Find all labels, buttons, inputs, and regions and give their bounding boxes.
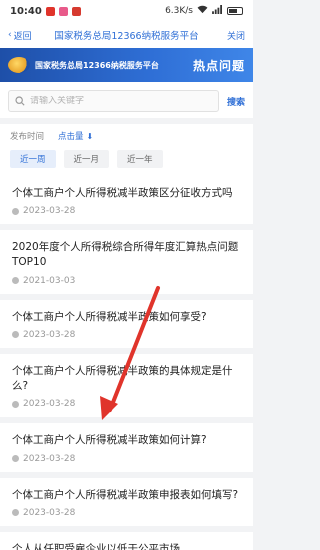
notification-badge-icon <box>71 6 81 16</box>
item-date: 2023-03-28 <box>23 453 76 464</box>
clock-icon <box>12 277 19 285</box>
back-button[interactable]: ‹ 返回 <box>8 29 32 42</box>
item-date: 2023-03-28 <box>23 329 76 340</box>
search-icon <box>15 96 25 106</box>
list-item[interactable]: 个人从任职受雇企业以低于公平市场 <box>0 531 253 550</box>
item-date-row: 2023-03-28 <box>12 399 241 409</box>
notification-badge-icon <box>45 6 55 16</box>
search-bar: 搜索 <box>0 82 253 118</box>
clock-icon <box>12 331 19 339</box>
status-right: 6.3K/s <box>165 5 243 17</box>
nav-bar: ‹ 返回 国家税务总局12366纳税服务平台 关闭 <box>0 22 253 48</box>
clock-icon <box>12 455 19 463</box>
chevron-left-icon: ‹ <box>8 30 12 40</box>
signal-icon <box>212 5 223 17</box>
sort-by-time[interactable]: 发布时间 <box>10 130 44 142</box>
network-speed: 6.3K/s <box>165 6 193 16</box>
item-date-row: 2023-03-28 <box>12 508 241 518</box>
item-date: 2023-03-28 <box>23 507 76 518</box>
search-box[interactable] <box>8 90 219 112</box>
list-item[interactable]: 个体工商户个人所得税减半政策区分征收方式吗 2023-03-28 <box>0 176 253 231</box>
wifi-icon <box>197 5 208 17</box>
range-chip-week[interactable]: 近一周 <box>10 150 56 168</box>
banner: 国家税务总局12366纳税服务平台 热点问题 <box>0 48 253 82</box>
sort-by-hits-label: 点击量 <box>58 132 84 142</box>
item-date-row: 2023-03-28 <box>12 454 241 464</box>
list-item[interactable]: 个体工商户个人所得税减半政策申报表如何填写? 2023-03-28 <box>0 477 253 532</box>
status-left: 10:40 <box>10 6 81 17</box>
item-title: 2020年度个人所得税综合所得年度汇算热点问题TOP10 <box>12 241 239 269</box>
item-date-row: 2023-03-28 <box>12 330 241 340</box>
clock-icon <box>12 509 19 517</box>
search-button[interactable]: 搜索 <box>227 95 245 108</box>
item-date-row: 2021-03-03 <box>12 276 241 286</box>
status-time: 10:40 <box>10 5 42 17</box>
filter-area: 发布时间 点击量 ⬇ 近一周 近一月 近一年 <box>0 124 253 176</box>
battery-icon <box>227 7 243 15</box>
item-date-row: 2023-03-28 <box>12 206 241 216</box>
item-title: 个体工商户个人所得税减半政策申报表如何填写? <box>12 488 239 501</box>
range-row: 近一周 近一月 近一年 <box>10 150 243 168</box>
search-input[interactable] <box>30 96 212 106</box>
sort-by-hits[interactable]: 点击量 ⬇ <box>58 130 94 143</box>
item-date: 2021-03-03 <box>23 275 76 286</box>
list-item[interactable]: 2020年度个人所得税综合所得年度汇算热点问题TOP10 2021-03-03 <box>0 230 253 300</box>
question-list: 个体工商户个人所得税减半政策区分征收方式吗 2023-03-28 2020年度个… <box>0 176 253 550</box>
tax-emblem-icon <box>8 57 30 73</box>
item-title: 个体工商户个人所得税减半政策区分征收方式吗 <box>12 187 233 199</box>
clock-icon <box>12 207 19 215</box>
back-label: 返回 <box>13 31 32 42</box>
sort-row: 发布时间 点击量 ⬇ <box>10 130 243 143</box>
range-chip-year[interactable]: 近一年 <box>117 150 163 168</box>
item-date: 2023-03-28 <box>23 206 76 217</box>
list-item[interactable]: 个体工商户个人所得税减半政策如何计算? 2023-03-28 <box>0 423 253 478</box>
notification-badge-icon <box>58 6 68 16</box>
range-chip-month[interactable]: 近一月 <box>63 150 110 168</box>
list-item[interactable]: 个体工商户个人所得税减半政策的具体规定是什么? 2023-03-28 <box>0 353 253 424</box>
status-bar: 10:40 6.3K/s <box>0 0 253 22</box>
sort-down-icon: ⬇ <box>86 131 94 141</box>
item-title: 个体工商户个人所得税减半政策如何享受? <box>12 310 207 323</box>
item-date: 2023-03-28 <box>23 399 76 410</box>
list-item[interactable]: 个体工商户个人所得税减半政策如何享受? 2023-03-28 <box>0 299 253 354</box>
item-title: 个体工商户个人所得税减半政策如何计算? <box>12 434 207 447</box>
banner-title: 国家税务总局12366纳税服务平台 <box>35 60 159 70</box>
close-button[interactable]: 关闭 <box>227 29 245 42</box>
item-title: 个人从任职受雇企业以低于公平市场 <box>12 542 180 550</box>
banner-hot-label: 热点问题 <box>192 58 245 73</box>
item-title: 个体工商户个人所得税减半政策的具体规定是什么? <box>12 364 233 393</box>
clock-icon <box>12 400 19 408</box>
nav-title: 国家税务总局12366纳税服务平台 <box>54 31 199 42</box>
